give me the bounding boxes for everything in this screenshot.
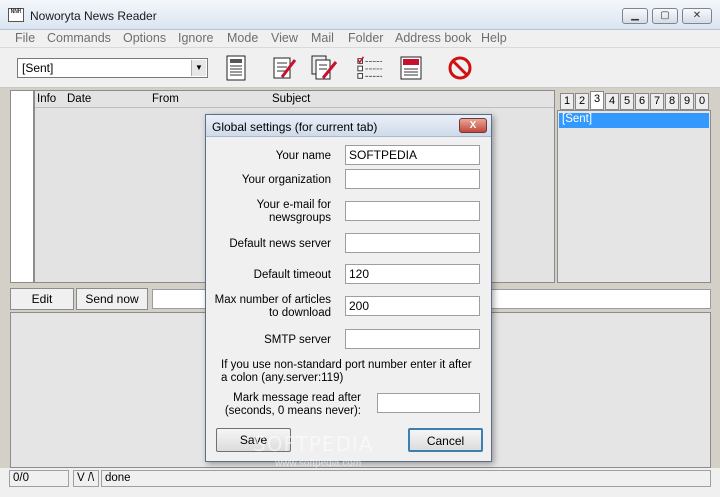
folder-panel: 1 2 3 4 5 6 7 8 9 0 [Sent] [557, 90, 711, 283]
folder-tab-1[interactable]: 1 [560, 93, 574, 110]
max-articles-field[interactable]: 200 [345, 296, 480, 316]
title-bar: NNR Noworyta News Reader ▁ ▢ ✕ [0, 0, 720, 30]
email-label: Your e-mail for newsgroups [257, 199, 331, 225]
minimize-button[interactable]: ▁ [622, 8, 648, 24]
folder-combo[interactable]: [Sent] ▼ [17, 58, 208, 78]
organization-label: Your organization [241, 174, 331, 186]
folder-tab-8[interactable]: 8 [665, 93, 679, 110]
folder-combo-value: [Sent] [22, 61, 54, 75]
maximize-button[interactable]: ▢ [652, 8, 678, 24]
menu-view[interactable]: View [271, 31, 298, 45]
send-now-button[interactable]: Send now [76, 288, 148, 310]
dialog-title: Global settings (for current tab) [212, 120, 378, 134]
max-articles-label-line1: Max number of articles [214, 294, 331, 306]
email-label-line2: newsgroups [268, 212, 331, 224]
close-button[interactable]: ✕ [682, 8, 712, 24]
timeout-field[interactable]: 120 [345, 264, 480, 284]
menu-ignore[interactable]: Ignore [178, 31, 213, 45]
name-label: Your name [275, 150, 331, 162]
list-header-divider [35, 107, 554, 108]
folder-tab-2[interactable]: 2 [575, 93, 589, 110]
folder-tab-5[interactable]: 5 [620, 93, 634, 110]
global-settings-dialog: Global settings (for current tab) X Your… [205, 114, 492, 462]
news-server-label: Default news server [229, 238, 331, 250]
news-server-field[interactable] [345, 233, 480, 253]
timeout-label: Default timeout [253, 269, 331, 281]
app-icon[interactable]: NNR [8, 8, 24, 22]
window-title: Noworyta News Reader [30, 9, 157, 23]
menu-commands[interactable]: Commands [47, 31, 111, 45]
email-label-line1: Your e-mail for [256, 199, 331, 211]
menu-mail[interactable]: Mail [311, 31, 334, 45]
folder-tab-6[interactable]: 6 [635, 93, 649, 110]
mark-read-label: Mark message read after (seconds, 0 mean… [225, 392, 361, 418]
folder-item-sent[interactable]: [Sent] [559, 113, 709, 128]
mark-read-label-line1: Mark message read after [233, 392, 361, 404]
dialog-close-button[interactable]: X [459, 118, 487, 133]
menu-bar: File Commands Options Ignore Mode View M… [0, 30, 720, 48]
checklist-icon[interactable] [356, 54, 384, 82]
mark-read-field[interactable] [377, 393, 480, 413]
folder-tab-0[interactable]: 0 [695, 93, 709, 110]
toolbar: [Sent] ▼ [0, 48, 720, 88]
mark-read-label-line2: (seconds, 0 means never): [224, 405, 361, 417]
column-date[interactable]: Date [67, 93, 91, 105]
newspaper-icon[interactable] [222, 54, 250, 82]
folder-list[interactable]: [Sent] [557, 110, 711, 283]
organization-field[interactable] [345, 169, 480, 189]
write-message-icon[interactable] [271, 54, 299, 82]
reply-message-icon[interactable] [310, 54, 338, 82]
column-from[interactable]: From [152, 93, 179, 105]
menu-help[interactable]: Help [481, 31, 507, 45]
email-field[interactable] [345, 201, 480, 221]
menu-folder[interactable]: Folder [348, 31, 383, 45]
cancel-button[interactable]: Cancel [408, 428, 483, 452]
message-list-gutter [10, 90, 34, 283]
status-message: done [101, 470, 711, 487]
port-hint-line1: If you use non-standard port number ente… [221, 359, 472, 371]
port-hint-line2: a colon (any.server:119) [221, 372, 344, 384]
stop-icon[interactable] [446, 54, 474, 82]
column-info[interactable]: Info [37, 93, 56, 105]
menu-address-book[interactable]: Address book [395, 31, 471, 45]
dialog-title-bar: Global settings (for current tab) X [206, 115, 491, 137]
smtp-field[interactable] [345, 329, 480, 349]
spellcheck-icon[interactable] [397, 54, 425, 82]
folder-tab-7[interactable]: 7 [650, 93, 664, 110]
folder-tab-9[interactable]: 9 [680, 93, 694, 110]
max-articles-label: Max number of articles to download [215, 294, 331, 320]
name-field[interactable]: SOFTPEDIA [345, 145, 480, 165]
smtp-label: SMTP server [264, 334, 331, 346]
menu-file[interactable]: File [15, 31, 35, 45]
folder-tab-3[interactable]: 3 [590, 91, 604, 110]
save-button[interactable]: Save [216, 428, 291, 452]
folder-tab-4[interactable]: 4 [605, 93, 619, 110]
column-subject[interactable]: Subject [272, 93, 310, 105]
chevron-down-icon[interactable]: ▼ [191, 60, 206, 76]
status-count: 0/0 [9, 470, 69, 487]
status-bar: 0/0 V /\ done [0, 468, 720, 497]
menu-options[interactable]: Options [123, 31, 166, 45]
status-mode: V /\ [73, 470, 99, 487]
menu-mode[interactable]: Mode [227, 31, 258, 45]
edit-button[interactable]: Edit [10, 288, 74, 310]
max-articles-label-line2: to download [268, 307, 331, 319]
port-hint: If you use non-standard port number ente… [221, 359, 481, 385]
